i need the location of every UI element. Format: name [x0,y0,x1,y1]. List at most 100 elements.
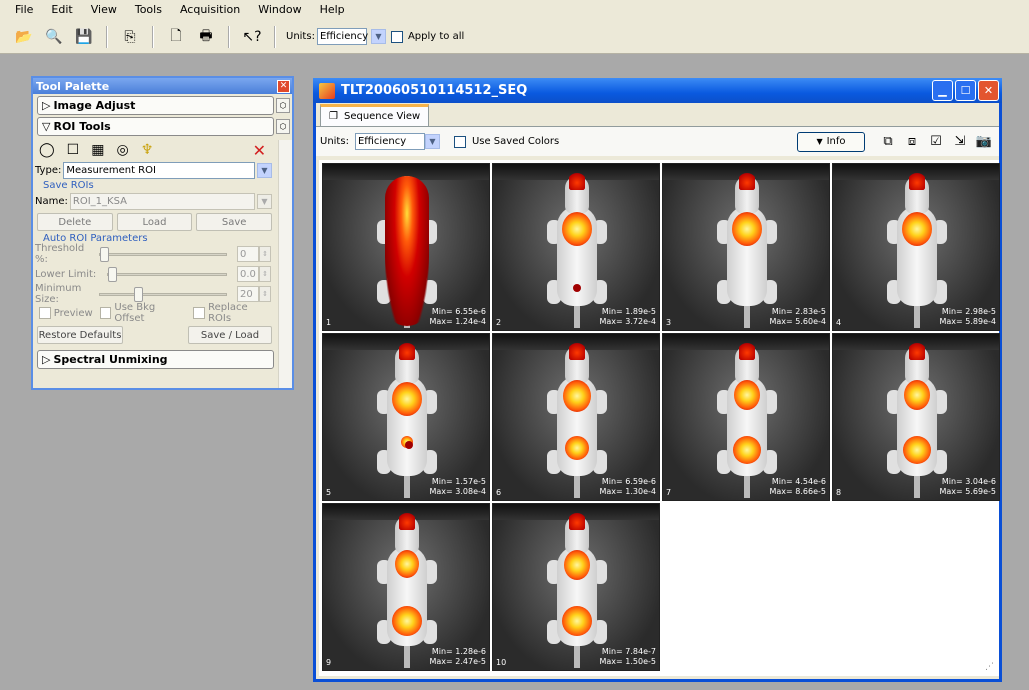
help-pointer-icon[interactable]: ↖? [240,25,264,49]
sequence-frame[interactable]: Min= 1.57e-5 Max= 3.08e-4 5 [322,333,490,501]
restore-defaults-button[interactable]: Restore Defaults [37,326,123,344]
menu-window[interactable]: Window [249,0,310,20]
copy-icon[interactable]: ⎘ [118,25,142,49]
sequence-frame[interactable]: Min= 2.83e-5 Max= 5.60e-4 3 [662,163,830,331]
dock-icon[interactable]: ⬡ [276,98,290,113]
bkg-offset-checkbox[interactable] [99,307,112,319]
slider-thumb[interactable] [100,246,109,262]
sequence-frame[interactable]: Min= 7.84e-7 Max= 1.50e-5 10 [492,503,660,671]
sequence-window-titlebar[interactable]: TLT20060510114512_SEQ ▁ ☐ ✕ [313,78,1002,103]
slider-thumb[interactable] [134,286,143,302]
sequence-frame[interactable]: Min= 2.98e-5 Max= 5.89e-4 4 [832,163,1000,331]
chevron-down-icon[interactable]: ▼ [257,193,272,209]
delete-button[interactable]: Delete [37,213,113,231]
menu-help[interactable]: Help [311,0,354,20]
maximize-icon[interactable]: ☐ [955,80,976,101]
save-load-button[interactable]: Save / Load [188,326,272,344]
menu-file[interactable]: File [6,0,42,20]
threshold-slider[interactable] [99,246,227,262]
sequence-frame[interactable]: Min= 1.89e-5 Max= 3.72e-4 2 [492,163,660,331]
spinner-icon[interactable]: ⇕ [259,246,271,262]
overlay-icon[interactable]: ⧈ [903,133,921,151]
image-adjust-header[interactable]: ▷ Image Adjust ⬡ [37,96,290,115]
max-value: Max= 1.24e-4 [429,317,487,326]
replace-rois-checkbox[interactable] [193,307,206,319]
resize-grip-icon[interactable]: ⋰ [985,662,997,674]
dock-icon[interactable]: ⬡ [276,119,290,134]
menu-acquisition[interactable]: Acquisition [171,0,249,20]
max-value: Max= 1.30e-4 [599,487,657,496]
layout-icon[interactable]: ⧉ [879,133,897,151]
units-select[interactable]: Efficiency [316,28,368,45]
sequence-frame[interactable]: Min= 3.04e-6 Max= 5.69e-5 8 [832,333,1000,501]
chevron-down-icon[interactable]: ▼ [424,134,440,149]
palette-scrollbar[interactable] [278,140,292,388]
signal-spot [733,436,761,464]
type-select[interactable]: Measurement ROI [63,161,255,179]
print-icon[interactable]: 🖶 [194,25,218,49]
signal-spot [734,380,760,410]
tool-palette-titlebar[interactable]: Tool Palette ✕ [33,78,292,94]
minimize-icon[interactable]: ▁ [932,80,953,101]
spinner-icon[interactable]: ⇕ [259,266,271,282]
save-button[interactable]: Save [196,213,273,231]
menu-tools[interactable]: Tools [126,0,171,20]
roi-tools-header[interactable]: ▽ ROI Tools ⬡ [37,117,290,136]
max-value: Max= 1.50e-5 [599,657,657,666]
min-size-slider[interactable] [99,286,227,302]
min-max-readout: Min= 4.54e-6 Max= 8.66e-5 [770,477,827,497]
apply-to-all-checkbox[interactable] [390,30,403,43]
max-value: Max= 8.66e-5 [769,487,827,496]
circle-roi-icon[interactable]: ◯ [39,142,55,158]
signal-spot [562,606,592,636]
measure-icon[interactable]: ♆ [141,142,154,158]
menu-edit[interactable]: Edit [42,0,81,20]
lower-limit-label: Lower Limit: [35,268,97,280]
chevron-down-icon[interactable]: ▼ [257,162,272,178]
min-size-value[interactable]: 20 [237,286,259,302]
use-saved-colors-checkbox[interactable] [453,135,466,148]
preview-checkbox[interactable] [39,307,51,319]
lower-limit-slider[interactable] [107,266,227,282]
sequence-frame[interactable]: Min= 4.54e-6 Max= 8.66e-5 7 [662,333,830,501]
sequence-frame[interactable]: Min= 6.59e-6 Max= 1.30e-4 6 [492,333,660,501]
sequence-frame[interactable]: Min= 6.55e-6 Max= 1.24e-4 1 [322,163,490,331]
threshold-value[interactable]: 0 [237,246,259,262]
square-roi-icon[interactable]: ☐ [67,142,80,158]
mouse-image [887,342,947,498]
delete-roi-icon[interactable]: ✕ [253,141,266,160]
signal-spot [902,212,932,246]
signal-overlay [385,176,429,326]
browse-icon[interactable]: 🔍 [42,25,66,49]
mouse-image [547,172,607,328]
auto-roi-icon[interactable]: ◎ [116,142,128,158]
chevron-down-icon[interactable]: ▼ [370,29,386,44]
signal-spot [903,436,931,464]
min-size-row: Minimum Size: 20 ⇕ [33,283,292,305]
sequence-window: TLT20060510114512_SEQ ▁ ☐ ✕ ❐ Sequence V… [313,78,1002,682]
close-icon[interactable]: ✕ [277,79,290,93]
lower-limit-value[interactable]: 0.0 [237,266,259,282]
roi-name-select[interactable]: ROI_1_KSA [69,192,255,210]
min-max-readout: Min= 2.98e-5 Max= 5.89e-4 [940,307,997,327]
threshold-row: Threshold %: 0 ⇕ [33,243,292,265]
spinner-icon[interactable]: ⇕ [259,286,271,302]
open-folder-icon[interactable]: 📂 [12,25,36,49]
lower-limit-row: Lower Limit: 0.0 ⇕ [33,264,292,284]
save-icon[interactable]: 💾 [72,25,96,49]
menu-view[interactable]: View [82,0,126,20]
camera-icon[interactable]: 📷 [975,133,993,151]
spectral-unmixing-header[interactable]: ▷ Spectral Unmixing [37,350,274,369]
export-icon[interactable]: ⇲ [951,133,969,151]
toolbar: 📂 🔍 💾 ⎘ 🗋 🖶 ↖? Units: Efficiency ▼ Apply… [0,20,1029,54]
slider-thumb[interactable] [108,266,117,282]
grid-roi-icon[interactable]: ▦ [91,142,104,158]
close-icon[interactable]: ✕ [978,80,999,101]
seq-units-select[interactable]: Efficiency [354,133,425,150]
sequence-frame[interactable]: Min= 1.28e-6 Max= 2.47e-5 9 [322,503,490,671]
tab-sequence-view[interactable]: ❐ Sequence View [320,104,430,126]
checklist-icon[interactable]: ☑ [927,133,945,151]
info-button[interactable]: ▼ Info [797,131,865,152]
load-button[interactable]: Load [116,213,193,231]
print-preview-icon[interactable]: 🗋 [164,25,188,49]
